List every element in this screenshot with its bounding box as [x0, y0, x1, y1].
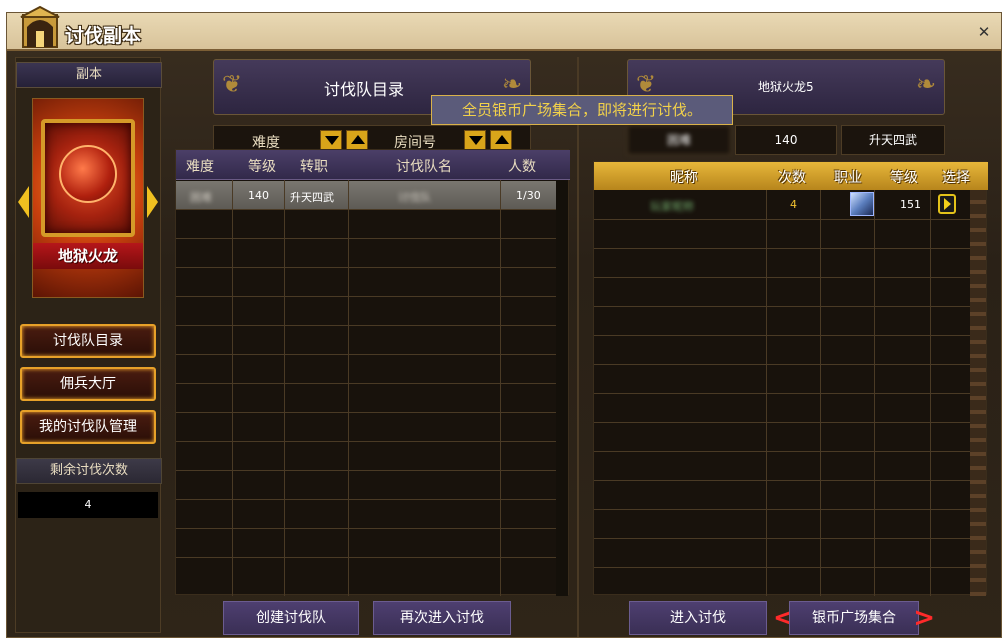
grid-divider [348, 180, 349, 596]
grid-divider [176, 383, 556, 384]
close-button[interactable]: ✕ [975, 23, 993, 41]
member-list-header: 昵称 次数 职业 等级 选择 [594, 162, 988, 190]
silver-plaza-gather-button[interactable]: 银币广场集合 [789, 601, 919, 635]
prev-dungeon-arrow-icon[interactable] [18, 186, 29, 218]
grid-divider [284, 180, 285, 596]
grid-divider [594, 480, 972, 481]
member-level: 151 [900, 198, 921, 211]
grid-divider [594, 335, 972, 336]
member-list-scrollbar[interactable] [970, 190, 986, 596]
window-title: 讨伐副本 [65, 25, 142, 47]
dragon-icon [59, 145, 117, 203]
col-job: 职业 [834, 170, 862, 186]
grid-divider [176, 412, 556, 413]
right-red-arrow-icon: > [913, 603, 935, 633]
title-bar: 讨伐副本 ✕ [7, 5, 1001, 51]
grid-divider [594, 451, 972, 452]
team-directory-title: 讨伐队目录 [324, 80, 405, 99]
grid-divider [176, 354, 556, 355]
row-members: 1/30 [516, 189, 541, 202]
col-level[interactable]: 等级 [248, 156, 276, 176]
team-job-tier-info: 升天四武 [841, 125, 945, 155]
member-nickname: 玩家昵称 [650, 200, 694, 213]
select-member-arrow-icon[interactable] [938, 194, 956, 214]
remaining-attempts-label: 剩余讨伐次数 [16, 458, 162, 484]
grid-divider [594, 422, 972, 423]
row-difficulty: 困难 [190, 191, 212, 204]
my-team-management-button[interactable]: 我的讨伐队管理 [20, 410, 156, 444]
col-select: 选择 [942, 170, 970, 186]
grid-divider [176, 267, 556, 268]
grid-divider [176, 499, 556, 500]
enter-raid-button[interactable]: 进入讨伐 [629, 601, 767, 635]
grid-divider [176, 528, 556, 529]
grid-divider [594, 277, 972, 278]
grid-divider [594, 538, 972, 539]
grid-divider [594, 364, 972, 365]
grid-divider [176, 296, 556, 297]
grid-divider [176, 325, 556, 326]
gate-emblem-icon [20, 5, 60, 48]
grid-divider [594, 393, 972, 394]
gather-button-group: < 银币广场集合 > [773, 601, 935, 635]
room-sort-down-icon[interactable] [464, 130, 486, 150]
sword-icon [850, 192, 874, 216]
grid-divider [594, 567, 972, 568]
boss-portrait-frame [41, 119, 135, 237]
grid-divider [594, 219, 972, 220]
table-row[interactable]: 玩家昵称 4 151 [594, 190, 972, 219]
difficulty-sort-down-icon[interactable] [320, 130, 342, 150]
grid-divider [232, 180, 233, 596]
remaining-attempts-value: 4 [18, 492, 158, 518]
row-team-name: 讨伐队 [398, 191, 431, 204]
team-detail-title: 地狱火龙5 [758, 80, 814, 94]
col-members[interactable]: 人数 [508, 156, 536, 176]
team-directory-button[interactable]: 讨伐队目录 [20, 324, 156, 358]
grid-divider [500, 180, 501, 596]
flourish-left-icon: ❦ [636, 70, 657, 98]
panel-divider [577, 57, 579, 637]
grid-divider [594, 509, 972, 510]
col-difficulty[interactable]: 难度 [186, 156, 214, 176]
boss-card[interactable]: 地狱火龙 [32, 98, 144, 298]
table-row[interactable]: 困难 140 升天四武 讨伐队 1/30 [176, 181, 556, 209]
grid-divider [176, 238, 556, 239]
grid-divider [176, 209, 556, 210]
dungeon-header: 副本 [16, 62, 162, 88]
raid-window: 讨伐副本 ✕ 副本 地狱火龙 讨伐队目录 佣兵大厅 我的讨伐队管理 剩余讨伐次数… [6, 5, 1002, 638]
team-list-header: 难度 等级 转职 讨伐队名 人数 [176, 150, 570, 180]
reenter-raid-button[interactable]: 再次进入讨伐 [373, 601, 511, 635]
flourish-right-icon: ❧ [501, 70, 522, 98]
grid-divider [176, 557, 556, 558]
grid-divider [176, 470, 556, 471]
grid-divider [176, 441, 556, 442]
grid-divider [594, 248, 972, 249]
room-sort-up-icon[interactable] [490, 130, 512, 150]
team-list-scrollbar[interactable] [556, 180, 568, 596]
team-difficulty-info: 困难 [627, 125, 731, 155]
grid-divider [594, 306, 972, 307]
flourish-left-icon: ❦ [222, 70, 243, 98]
gather-notice-tooltip: 全员银币广场集合，即将进行讨伐。 [431, 95, 733, 125]
col-job-tier[interactable]: 转职 [300, 156, 328, 176]
col-level: 等级 [890, 170, 918, 186]
col-team-name[interactable]: 讨伐队名 [396, 156, 452, 176]
member-list: 昵称 次数 职业 等级 选择 玩家昵称 4 151 [593, 161, 988, 596]
team-list: 难度 等级 转职 讨伐队名 人数 困难 140 升天四武 讨伐队 1/30 [175, 149, 570, 596]
difficulty-sort-up-icon[interactable] [346, 130, 368, 150]
flourish-right-icon: ❧ [915, 70, 936, 98]
row-job-tier: 升天四武 [290, 191, 334, 204]
team-level-info: 140 [735, 125, 837, 155]
col-nickname: 昵称 [670, 170, 698, 186]
row-level: 140 [248, 189, 269, 202]
col-count: 次数 [778, 170, 806, 186]
mercenary-hall-button[interactable]: 佣兵大厅 [20, 367, 156, 401]
next-dungeon-arrow-icon[interactable] [147, 186, 158, 218]
sidebar: 副本 地狱火龙 讨伐队目录 佣兵大厅 我的讨伐队管理 剩余讨伐次数 4 [15, 57, 162, 633]
boss-name: 地狱火龙 [33, 243, 143, 269]
member-count: 4 [790, 198, 797, 211]
create-team-button[interactable]: 创建讨伐队 [223, 601, 359, 635]
